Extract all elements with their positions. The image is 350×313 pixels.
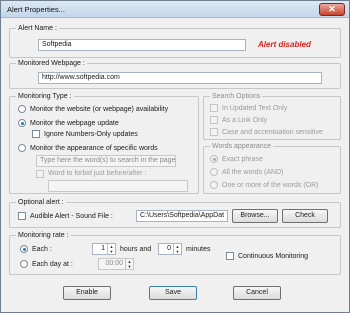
day-time-spin-arrows-icon[interactable]: ▲ ▼	[125, 259, 133, 269]
alert-name-group: Alert Name : Softpedia Alert disabled	[9, 24, 341, 58]
forbid-input[interactable]	[48, 180, 188, 192]
audible-alert-label: Audible Alert - Sound File :	[30, 213, 113, 220]
forbid-checkbox[interactable]	[36, 170, 44, 178]
any-words-radio[interactable]	[210, 181, 218, 189]
exact-phrase-label: Exact phrase	[222, 156, 263, 163]
each-radio[interactable]	[20, 245, 28, 253]
cancel-button[interactable]: Cancel	[233, 286, 281, 300]
link-only-checkbox[interactable]	[210, 116, 218, 124]
sound-file-input[interactable]: C:\Users\Softpedia\AppDat	[136, 210, 228, 222]
close-button[interactable]: ✕	[319, 3, 345, 16]
availability-radio[interactable]	[18, 105, 26, 113]
hours-label: hours and	[120, 246, 152, 253]
each-day-radio[interactable]	[20, 260, 28, 268]
alert-name-input[interactable]: Softpedia	[38, 39, 246, 51]
browse-button[interactable]: Browse...	[232, 209, 278, 223]
minutes-spinner[interactable]: 0 ▲ ▼	[158, 243, 182, 255]
monitored-webpage-group: Monitored Webpage : http://www.softpedia…	[9, 59, 341, 89]
alert-properties-window: Alert Properties... ✕ Alert Name : Softp…	[0, 0, 350, 313]
minutes-value: 0	[167, 245, 171, 252]
audible-alert-checkbox[interactable]	[18, 212, 26, 220]
forbid-label: Word to forbid just before/after :	[48, 170, 147, 177]
alert-name-label: Alert Name :	[16, 24, 59, 33]
exact-phrase-radio[interactable]	[210, 155, 218, 163]
words-label: Monitor the appearance of specific words	[30, 145, 158, 152]
words-radio[interactable]	[18, 144, 26, 152]
words-input[interactable]: Type here the word(s) to search in the p…	[36, 155, 176, 167]
title-bar: Alert Properties... ✕	[1, 1, 349, 18]
day-time-spinner[interactable]: 00:00 ▲ ▼	[98, 258, 134, 270]
any-words-label: One or more of the words (OR)	[222, 182, 319, 189]
updated-text-only-label: In Updated Text Only	[222, 105, 288, 112]
hours-spin-arrows-icon[interactable]: ▲ ▼	[107, 244, 115, 254]
each-day-label: Each day at :	[32, 261, 73, 268]
ignore-numbers-checkbox[interactable]	[32, 130, 40, 138]
case-sensitive-label: Case and accentuation sensitive	[222, 129, 323, 136]
words-appearance-group: Words appearance Exact phrase All the wo…	[203, 142, 341, 194]
optional-alert-label: Optional alert :	[16, 198, 66, 207]
webpage-url-input[interactable]: http://www.softpedia.com	[38, 72, 322, 84]
update-radio[interactable]	[18, 119, 26, 127]
check-button[interactable]: Check	[282, 209, 328, 223]
availability-label: Monitor the website (or webpage) availab…	[30, 106, 169, 113]
update-label: Monitor the webpage update	[30, 120, 119, 127]
hours-value: 1	[101, 245, 105, 252]
enable-button[interactable]: Enable	[63, 286, 111, 300]
monitoring-type-group: Monitoring Type : Monitor the website (o…	[9, 92, 199, 194]
search-options-label: Search Options	[210, 92, 263, 101]
words-appearance-label: Words appearance	[210, 142, 274, 151]
close-icon: ✕	[328, 4, 336, 14]
updated-text-only-checkbox[interactable]	[210, 104, 218, 112]
search-options-group: Search Options In Updated Text Only As a…	[203, 92, 341, 140]
link-only-label: As a Link Only	[222, 117, 268, 124]
minutes-label: minutes	[186, 246, 211, 253]
monitoring-rate-label: Monitoring rate :	[16, 231, 71, 240]
monitoring-type-label: Monitoring Type :	[16, 92, 74, 101]
continuous-monitoring-label: Continuous Monitoring	[238, 253, 309, 260]
monitored-webpage-label: Monitored Webpage :	[16, 59, 87, 68]
continuous-monitoring-checkbox[interactable]	[226, 252, 234, 260]
window-title: Alert Properties...	[7, 5, 65, 14]
ignore-numbers-label: Ignore Numbers-Only updates	[44, 131, 138, 138]
save-button[interactable]: Save	[149, 286, 197, 300]
day-time-value: 00:00	[105, 260, 123, 267]
minutes-spin-arrows-icon[interactable]: ▲ ▼	[173, 244, 181, 254]
optional-alert-group: Optional alert : Audible Alert - Sound F…	[9, 198, 341, 228]
monitoring-rate-group: Monitoring rate : Each : 1 ▲ ▼ hours and …	[9, 231, 341, 275]
alert-status-text: Alert disabled	[258, 40, 311, 49]
all-words-label: All the words (AND)	[222, 169, 284, 176]
each-label: Each :	[32, 246, 52, 253]
all-words-radio[interactable]	[210, 168, 218, 176]
case-sensitive-checkbox[interactable]	[210, 128, 218, 136]
hours-spinner[interactable]: 1 ▲ ▼	[92, 243, 116, 255]
